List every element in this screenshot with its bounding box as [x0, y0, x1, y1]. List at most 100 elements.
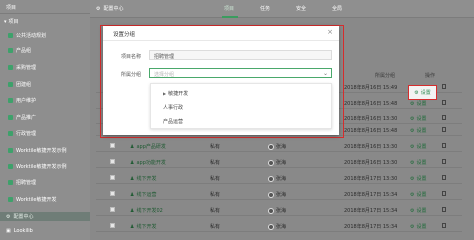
sidebar-item[interactable]: 团建组 [8, 81, 31, 88]
trash-icon[interactable] [442, 175, 446, 180]
sidebar-title: 项目 [6, 5, 17, 11]
tab-project[interactable]: 项目 [224, 5, 234, 12]
user-icon: ♟ [130, 191, 135, 198]
trash-icon[interactable] [442, 115, 446, 120]
modal-title: 设置分组 [113, 32, 136, 38]
page-title-text: 配置中心 [103, 6, 124, 12]
visibility-cell: 私有 [210, 224, 221, 230]
avatar [268, 143, 274, 150]
gear-icon: ⚙ [410, 191, 415, 198]
trash-icon[interactable] [442, 100, 446, 105]
trash-icon[interactable] [442, 223, 446, 228]
trash-icon[interactable] [442, 127, 446, 132]
settings-button[interactable]: ⚙ 设置 [410, 175, 427, 183]
project-icon [8, 98, 13, 103]
trash-icon[interactable] [442, 191, 446, 196]
sidebar-item-label: 团建组 [16, 82, 32, 88]
settings-button-label: 设置 [416, 101, 427, 107]
gear-icon: ⚙ [410, 115, 415, 122]
trash-icon[interactable] [442, 84, 446, 89]
owner-cell: 张海 [268, 143, 286, 150]
sidebar-item[interactable]: 产品推广 [8, 114, 36, 121]
settings-button-label: 设置 [416, 224, 427, 230]
sidebar-item-config-center[interactable]: ⚙ 配置中心 [6, 213, 34, 221]
project-name-link[interactable]: ♟ app功能开发 [130, 159, 166, 167]
dropdown-option-label: 敏捷开发 [168, 91, 189, 97]
project-name-link[interactable]: ♟ app产品研发 [130, 143, 166, 151]
settings-button[interactable]: ⚙ 设置 [410, 207, 427, 215]
sidebar-item-label: 采购管理 [16, 65, 37, 71]
chevron-down-icon: ⌄ [322, 70, 328, 77]
settings-button[interactable]: ⚙ 设置 [410, 115, 427, 123]
row-checkbox[interactable] [110, 207, 115, 212]
sidebar-item-lookilib[interactable]: ▣ Lookilib [6, 228, 33, 234]
sidebar-item[interactable]: 用户维护 [8, 97, 36, 104]
group-select-placeholder: 选择分组 [154, 72, 175, 78]
sidebar-item-label: Worktile敏捷开发示例 [16, 164, 67, 170]
user-icon: ♟ [130, 143, 135, 150]
settings-button-label: 设置 [420, 90, 431, 96]
settings-button[interactable]: ⚙ 设置 [410, 159, 427, 167]
settings-button[interactable]: ⚙ 设置 [410, 223, 427, 231]
close-icon[interactable]: × [327, 28, 333, 36]
row-checkbox[interactable] [110, 159, 115, 164]
project-name-link[interactable]: ♟ 线下运营 [130, 191, 157, 199]
trash-icon[interactable] [442, 207, 446, 212]
project-name-link[interactable]: ♟ 线下开发 [130, 223, 157, 231]
tab-task[interactable]: 任务 [260, 5, 270, 12]
gear-icon: ⚙ [410, 207, 415, 214]
column-header-group: 所属分组 [375, 73, 396, 79]
settings-button-label: 设置 [416, 160, 427, 166]
project-name-link[interactable]: ♟ 线下开发02 [130, 207, 163, 215]
table-row: ♟ app功能开发 私有 张海 2018年8月16日 13:30 ⚙ 设置 [96, 157, 462, 168]
settings-button-label: 设置 [416, 192, 427, 198]
project-name-link[interactable]: ♟ 线下开发 [130, 175, 157, 183]
settings-button[interactable]: ⚙ 设置 [410, 100, 427, 108]
sidebar-item-label: Worktile敏捷开发 [16, 197, 57, 203]
owner-name: 张海 [276, 208, 287, 214]
sidebar-item[interactable]: Worktile敏捷开发 [8, 196, 56, 203]
gear-icon: ⚙ [6, 213, 11, 220]
settings-button[interactable]: ⚙ 设置 [410, 191, 427, 199]
table-row: ♟ app产品研发 私有 张海 2018年8月16日 13:30 ⚙ 设置 [96, 141, 462, 152]
settings-button[interactable]: ⚙ 设置 [410, 143, 427, 151]
dropdown-option-agile[interactable]: ▶ 敏捷开发 [163, 90, 188, 97]
created-date-cell: 2018年8月17日 15:34 [344, 192, 398, 198]
row-checkbox[interactable] [110, 175, 115, 180]
sidebar-item[interactable]: 采购管理 [8, 64, 36, 71]
project-icon [8, 180, 13, 185]
avatar [268, 223, 274, 230]
sidebar-item-label: 用户维护 [16, 98, 37, 104]
row-checkbox[interactable] [110, 143, 115, 148]
highlighted-settings-button[interactable]: ⚙ 设置 [408, 85, 437, 100]
sidebar-item[interactable]: 产品组 [8, 47, 31, 54]
avatar [268, 159, 274, 166]
tab-global[interactable]: 全局 [332, 5, 342, 12]
row-checkbox[interactable] [110, 223, 115, 228]
user-icon: ♟ [130, 175, 135, 182]
settings-button-label: 设置 [416, 128, 427, 134]
project-icon [8, 131, 13, 136]
dropdown-option-hr[interactable]: 人事行政 [163, 104, 183, 111]
group-select[interactable]: 选择分组 ⌄ [149, 68, 332, 78]
sidebar-group-projects[interactable]: ▾ 项目 [4, 18, 19, 26]
gear-icon: ⚙ [410, 223, 415, 230]
visibility-cell: 私有 [210, 144, 221, 150]
sidebar-item[interactable]: Worktile敏捷开发示例 [8, 147, 66, 154]
sidebar-item[interactable]: 招聘管理 [8, 179, 36, 186]
sidebar-item[interactable]: 公共活动规划 [8, 32, 46, 39]
created-date-cell: 2018年8月16日 15:49 [344, 85, 398, 91]
trash-icon[interactable] [442, 143, 446, 148]
tab-security[interactable]: 安全 [296, 5, 306, 12]
owner-name: 张海 [276, 176, 287, 182]
dropdown-option-product-ops[interactable]: 产品运营 [163, 118, 183, 125]
trash-icon[interactable] [442, 159, 446, 164]
sidebar-group-label: 项目 [8, 19, 19, 25]
user-icon: ♟ [130, 223, 135, 230]
visibility-cell: 私有 [210, 176, 221, 182]
sidebar-item[interactable]: Worktile敏捷开发示例 [8, 163, 66, 170]
row-checkbox[interactable] [110, 191, 115, 196]
settings-button[interactable]: ⚙ 设置 [410, 127, 427, 135]
project-icon [8, 197, 13, 202]
sidebar-item[interactable]: 行政管理 [8, 130, 36, 137]
